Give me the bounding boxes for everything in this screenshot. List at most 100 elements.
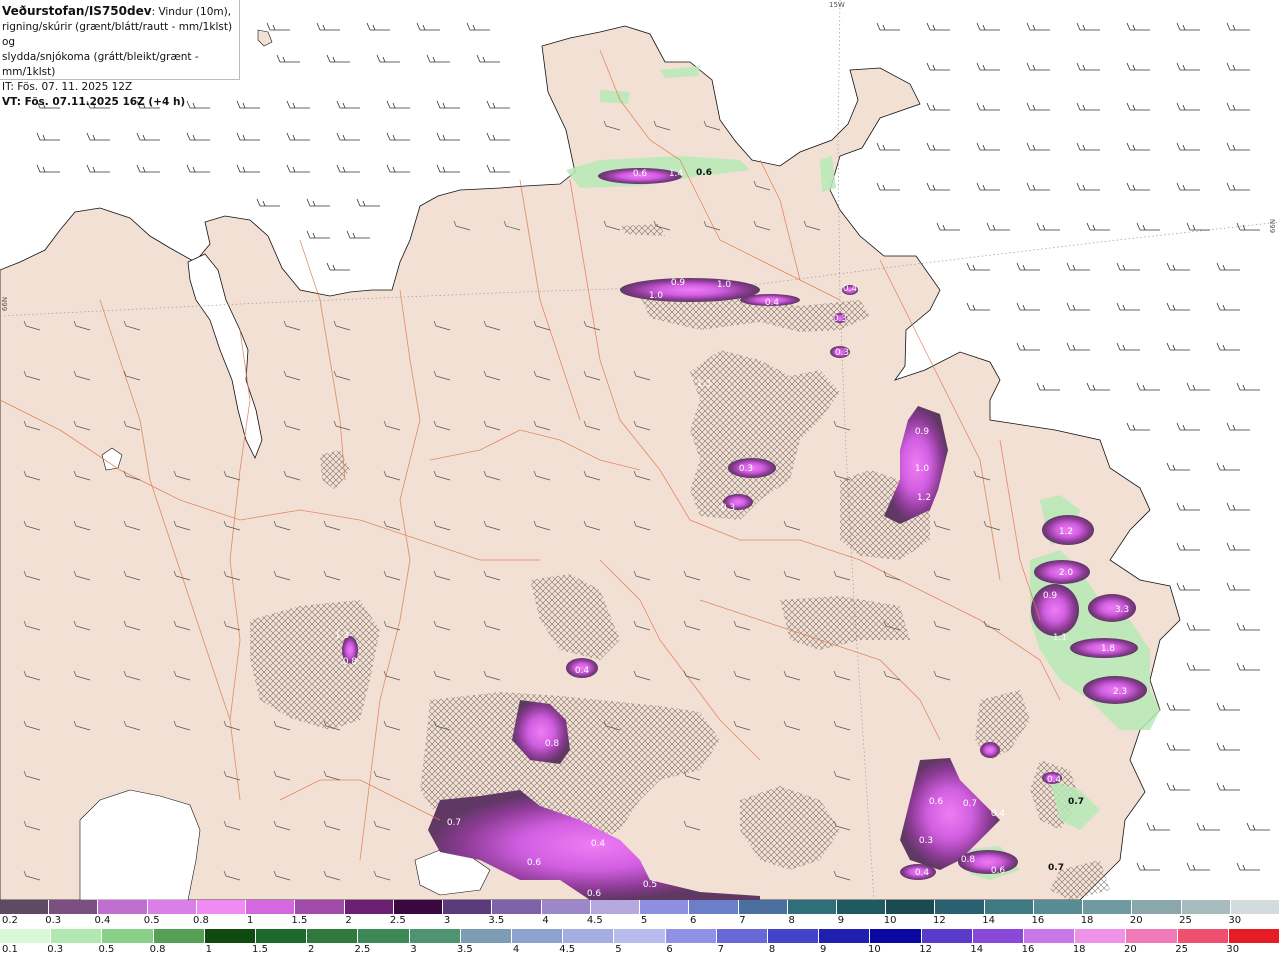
rain-legend-label: 0.8 bbox=[149, 944, 166, 955]
rain-legend-label: 1 bbox=[205, 944, 212, 955]
precip-label: 1.3 bbox=[697, 379, 711, 389]
snow-legend-cell bbox=[738, 900, 788, 914]
precip-label: 0.7 bbox=[1048, 863, 1064, 873]
snow-legend-labels: 0.2 0.3 0.4 0.5 0.8 1 1.5 2 2.5 3 3.5 4 4.5 5 6 7 8 9 10 12… bbox=[0, 915, 1280, 929]
description-1: : Vindur (10m), bbox=[151, 6, 232, 18]
snow-legend-label: 5 bbox=[640, 915, 648, 926]
precip-label: 1.0 bbox=[717, 280, 732, 290]
rain-legend-label: 5 bbox=[615, 944, 622, 955]
snow-legend-cell bbox=[787, 900, 837, 914]
snow-legend-colorbar bbox=[0, 900, 1280, 914]
precip-label: 0.3 bbox=[721, 503, 735, 513]
rain-legend-cell bbox=[307, 929, 359, 943]
precip-label: 0.3 bbox=[739, 464, 753, 474]
rain-legend-label: 3 bbox=[410, 944, 417, 955]
precip-label: 0.3 bbox=[919, 836, 933, 846]
rain-legend-label: 25 bbox=[1175, 944, 1188, 955]
rain-legend-label: 4 bbox=[512, 944, 520, 955]
weather-map: 0.6 1.4 0.6 0.9 1.0 1.0 0.4 0.4 0.3 0.3 … bbox=[0, 0, 1280, 900]
snow-legend-cell bbox=[246, 900, 296, 914]
rain-legend-colorbar bbox=[0, 929, 1280, 943]
rain-legend-cell bbox=[512, 929, 564, 943]
precip-label: 3.3 bbox=[1115, 605, 1129, 615]
precip-label: 0.4 bbox=[591, 839, 606, 849]
snow-legend-label: 0.5 bbox=[143, 915, 160, 926]
precip-label: 0.8 bbox=[961, 855, 976, 865]
snow-legend-label: 9 bbox=[837, 915, 845, 926]
rain-legend-labels: 0.1 0.3 0.5 0.8 1 1.5 2 2.5 3 3.5 4 4.5 5 6 7 8 9 10 12 14 1… bbox=[0, 944, 1280, 958]
rain-legend-label: 4.5 bbox=[559, 944, 576, 955]
precip-label: 0.4 bbox=[991, 809, 1006, 819]
snow-legend-label: 2 bbox=[345, 915, 352, 926]
snow-legend-label: 30 bbox=[1228, 915, 1242, 926]
precip-label: 1.2 bbox=[1059, 527, 1073, 537]
rain-legend-cell bbox=[563, 929, 615, 943]
snow-legend-label: 8 bbox=[788, 915, 795, 926]
precip-label: 0.3 bbox=[833, 314, 847, 324]
snow-legend-cell bbox=[196, 900, 247, 914]
rain-legend-cell bbox=[665, 929, 717, 943]
precip-label: 0.8 bbox=[545, 739, 560, 749]
rain-legend-cell bbox=[358, 929, 410, 943]
rain-legend-cell bbox=[460, 929, 513, 943]
rain-legend-label: 14 bbox=[970, 944, 984, 955]
precip-label: 0.4 bbox=[765, 298, 780, 308]
snow-legend-cell bbox=[49, 900, 99, 914]
snow-legend-label: 0.3 bbox=[45, 915, 62, 926]
snow-legend-cell bbox=[541, 900, 591, 914]
snow-legend-cell bbox=[147, 900, 197, 914]
rain-legend-label: 10 bbox=[868, 944, 881, 955]
rain-legend-label: 8 bbox=[768, 944, 776, 955]
precip-label: 1.2 bbox=[917, 493, 931, 503]
snow-legend-label: 18 bbox=[1080, 915, 1094, 926]
precip-label: 0.4 bbox=[1047, 775, 1062, 785]
precip-label: 0.4 bbox=[915, 868, 930, 878]
precip-label: 0.4 bbox=[575, 666, 590, 676]
rain-legend-cell bbox=[921, 929, 973, 943]
snow-legend-cell bbox=[590, 900, 641, 914]
initial-time: IT: Fös. 07. 11. 2025 12Z bbox=[2, 81, 133, 93]
precip-label: 1.0 bbox=[649, 291, 664, 301]
snow-legend-label: 3 bbox=[443, 915, 451, 926]
precip-label: 1.4 bbox=[669, 169, 684, 179]
precip-label: 0.3 bbox=[835, 348, 849, 358]
rain-legend-cell bbox=[1177, 929, 1229, 943]
rain-legend-cell bbox=[768, 929, 820, 943]
rain-legend-label: 16 bbox=[1021, 944, 1035, 955]
snow-legend-cell bbox=[0, 900, 50, 914]
snow-legend-cell bbox=[1132, 900, 1182, 914]
precip-label: 0.6 bbox=[527, 858, 542, 868]
rain-legend-cell bbox=[102, 929, 154, 943]
description-2: rigning/skúrir (grænt/blátt/rautt - mm/1… bbox=[2, 21, 233, 48]
snow-legend-cell bbox=[689, 900, 739, 914]
precip-label: 0.4 bbox=[843, 284, 858, 294]
snow-legend-cell bbox=[984, 900, 1034, 914]
rain-legend-cell bbox=[204, 929, 257, 943]
precip-label: 1.3 bbox=[335, 631, 349, 641]
snow-legend-label: 2.5 bbox=[389, 915, 406, 926]
precip-label: 1.8 bbox=[1101, 644, 1116, 654]
precip-label: 0.5 bbox=[643, 880, 657, 890]
precip-label: 2.3 bbox=[1113, 687, 1127, 697]
rain-legend-cell bbox=[256, 929, 308, 943]
snow-legend-cell bbox=[443, 900, 493, 914]
snow-legend-label: 0.2 bbox=[2, 915, 18, 926]
precip-label: 2.0 bbox=[1059, 568, 1074, 578]
rain-legend-cell bbox=[870, 929, 922, 943]
rain-legend-label: 0.5 bbox=[98, 944, 115, 955]
snow-legend-label: 14 bbox=[982, 915, 995, 926]
snow-legend-label: 4.5 bbox=[586, 915, 603, 926]
rain-legend-label: 1.5 bbox=[252, 944, 268, 955]
snow-legend-label: 4 bbox=[542, 915, 549, 926]
valid-time: VT: Fös. 07.11.2025 16Z (+4 h) bbox=[2, 96, 186, 108]
rain-legend-label: 18 bbox=[1072, 944, 1086, 955]
snow-legend-cell bbox=[1083, 900, 1133, 914]
rain-legend-cell bbox=[153, 929, 205, 943]
snow-legend-label: 25 bbox=[1179, 915, 1192, 926]
rain-legend-cell bbox=[1075, 929, 1127, 943]
precip-label: 0.9 bbox=[671, 278, 686, 288]
model-name: Veðurstofan/IS750dev bbox=[2, 4, 152, 18]
rain-legend-label: 0.3 bbox=[47, 944, 64, 955]
snow-legend-label: 0.8 bbox=[192, 915, 209, 926]
rain-legend-cell bbox=[1024, 929, 1076, 943]
